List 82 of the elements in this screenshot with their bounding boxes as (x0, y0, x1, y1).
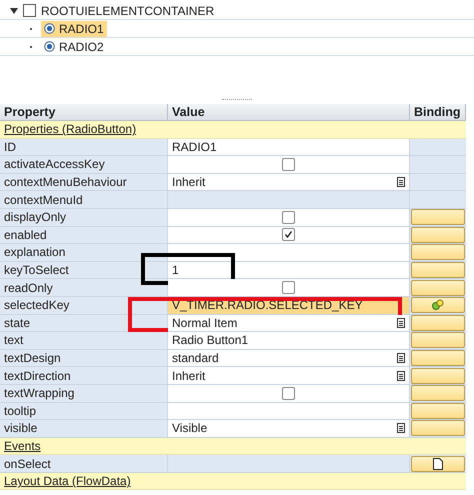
value-field[interactable] (168, 384, 410, 402)
create-event-button[interactable] (411, 456, 465, 472)
value-text: Inherit (172, 175, 206, 190)
property-name: displayOnly (0, 208, 168, 227)
section-title[interactable]: Events (4, 438, 41, 453)
binding-button[interactable] (411, 314, 465, 331)
checkbox[interactable] (282, 281, 295, 294)
section-title[interactable]: Properties (RadioButton) (4, 122, 136, 136)
property-name: enabled (0, 226, 168, 244)
column-header: Value (168, 104, 410, 121)
binding-cell (410, 138, 466, 156)
value-text: V_TIMER.RADIO.SELECTED_KEY (172, 298, 364, 312)
value-field[interactable]: RADIO1 (168, 138, 410, 156)
binding-button[interactable] (411, 368, 465, 384)
checkbox[interactable] (282, 158, 295, 171)
binding-button[interactable] (411, 280, 465, 296)
column-header: Binding (410, 104, 466, 121)
property-name: explanation (0, 244, 168, 262)
value-text: 1 (172, 263, 180, 278)
binding-button[interactable] (411, 297, 465, 314)
value-text: Visible (172, 421, 208, 436)
property-name: textDirection (0, 367, 168, 385)
value-text: RADIO1 (172, 140, 218, 154)
checkbox[interactable] (282, 228, 295, 242)
column-header: Property (0, 104, 168, 121)
value-field[interactable] (168, 208, 410, 227)
value-field[interactable]: Normal Item (168, 314, 410, 332)
property-name: visible (0, 420, 168, 438)
property-name: activateAccessKey (0, 156, 168, 174)
radio-button-icon (44, 23, 55, 34)
tree-node[interactable]: RADIO2 (41, 38, 107, 54)
section-title[interactable]: Layout Data (FlowData) (4, 474, 131, 488)
value-field[interactable]: Radio Button1 (168, 332, 410, 350)
value-field[interactable] (168, 402, 410, 420)
property-name: readOnly (0, 279, 168, 297)
binding-button[interactable] (411, 420, 465, 436)
property-name: keyToSelect (0, 262, 168, 280)
binding-button[interactable] (411, 332, 465, 348)
property-name: tooltip (0, 402, 168, 420)
value-field[interactable] (168, 226, 410, 244)
binding-button[interactable] (411, 350, 465, 366)
binding-button[interactable] (411, 209, 465, 226)
collapse-arrow-icon[interactable] (10, 6, 18, 14)
radio-button-icon (44, 41, 55, 52)
property-name: ID (0, 138, 168, 156)
list-icon[interactable] (397, 370, 405, 381)
value-field[interactable]: 1 (168, 262, 410, 280)
binding-button[interactable] (411, 262, 465, 278)
value-text: Radio Button1 (172, 333, 250, 348)
binding-button[interactable] (411, 226, 465, 243)
list-icon[interactable] (397, 318, 405, 328)
property-name: textDesign (0, 350, 168, 368)
list-icon[interactable] (397, 353, 405, 364)
property-name: contextMenuBehaviour (0, 174, 168, 192)
property-name: onSelect (0, 455, 168, 473)
binding-icon (431, 299, 445, 312)
document-icon (433, 458, 443, 470)
binding-cell (410, 174, 466, 192)
value-text: Normal Item (172, 316, 238, 330)
list-icon[interactable] (397, 177, 405, 188)
value-field[interactable]: Visible (168, 420, 410, 438)
checkbox[interactable] (282, 386, 295, 400)
value-field[interactable]: standard (168, 350, 410, 368)
value-text: standard (172, 351, 220, 366)
value-field[interactable] (168, 244, 410, 262)
value-field[interactable] (168, 156, 410, 174)
list-icon[interactable] (397, 423, 405, 434)
binding-button[interactable] (411, 385, 465, 402)
value-field[interactable]: Inherit (168, 174, 410, 192)
checkbox[interactable] (282, 210, 295, 224)
tree-node[interactable]: ROOTUIELEMENTCONTAINER (41, 4, 214, 18)
value-text: Inherit (172, 368, 206, 383)
container-icon (23, 4, 36, 17)
property-name: textWrapping (0, 384, 168, 402)
property-name: contextMenuId (0, 191, 168, 209)
binding-button[interactable] (411, 244, 465, 260)
binding-button[interactable] (411, 402, 465, 419)
tree-node[interactable]: RADIO1 (41, 20, 107, 36)
property-name: text (0, 332, 168, 350)
value-field[interactable]: Inherit (168, 367, 410, 385)
value-field[interactable] (168, 279, 410, 297)
binding-cell (410, 156, 466, 174)
